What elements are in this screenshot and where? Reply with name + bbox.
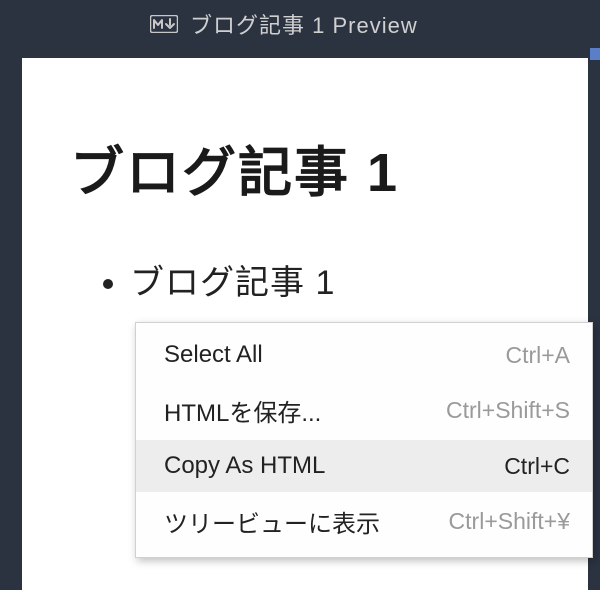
- menu-shortcut: Ctrl+A: [505, 342, 570, 369]
- markdown-icon: [150, 15, 178, 33]
- menu-label: Copy As HTML: [164, 452, 325, 480]
- tab-title[interactable]: ブログ記事 1 Preview: [190, 8, 418, 40]
- menu-item-select-all[interactable]: Select All Ctrl+A: [136, 329, 592, 381]
- menu-shortcut: Ctrl+Shift+S: [446, 397, 570, 424]
- menu-shortcut: Ctrl+C: [504, 453, 570, 480]
- menu-label: Select All: [164, 341, 263, 369]
- list-item: ブログ記事 1: [130, 255, 540, 304]
- menu-item-copy-as-html[interactable]: Copy As HTML Ctrl+C: [136, 440, 592, 492]
- scrollbar-hint: [590, 48, 600, 60]
- menu-item-save-html[interactable]: HTMLを保存... Ctrl+Shift+S: [136, 381, 592, 440]
- menu-item-show-in-tree[interactable]: ツリービューに表示 Ctrl+Shift+¥: [136, 492, 592, 551]
- menu-shortcut: Ctrl+Shift+¥: [449, 508, 570, 535]
- page-title: ブログ記事 1: [70, 128, 540, 207]
- content-list: ブログ記事 1: [70, 255, 540, 304]
- menu-label: ツリービューに表示: [164, 504, 380, 539]
- context-menu: Select All Ctrl+A HTMLを保存... Ctrl+Shift+…: [135, 322, 593, 558]
- menu-label: HTMLを保存...: [164, 393, 321, 428]
- tab-bar: ブログ記事 1 Preview: [0, 0, 600, 48]
